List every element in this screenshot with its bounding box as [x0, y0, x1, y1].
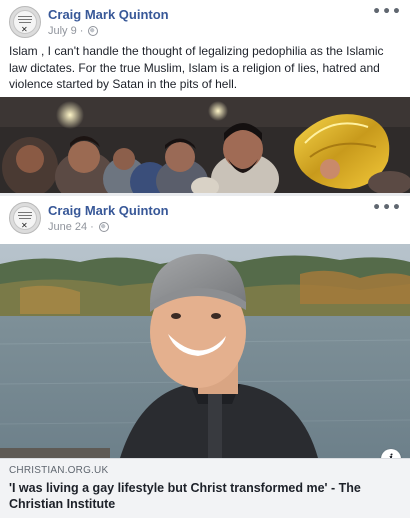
post-date[interactable]: June 24 — [48, 221, 87, 233]
globe-icon[interactable] — [88, 26, 99, 36]
avatar[interactable]: ✕ — [9, 202, 41, 234]
meta-separator: · — [90, 221, 94, 233]
lake-portrait-photo — [0, 244, 410, 458]
post-2: ✕ Craig Mark Quinton June 24 · ••• CHRIS… — [0, 196, 410, 518]
post-text: Islam , I can't handle the thought of le… — [9, 44, 384, 91]
post-header: ✕ Craig Mark Quinton July 9 · ••• — [0, 0, 410, 40]
author-name[interactable]: Craig Mark Quinton — [48, 203, 169, 218]
post-meta: June 24 · — [48, 221, 109, 233]
crowd-photo — [0, 97, 410, 193]
author-name[interactable]: Craig Mark Quinton — [48, 7, 169, 22]
post-1: ✕ Craig Mark Quinton July 9 · ••• Islam … — [0, 0, 410, 193]
post-date[interactable]: July 9 — [48, 25, 77, 37]
globe-icon[interactable] — [98, 222, 109, 232]
link-title[interactable]: 'I was living a gay lifestyle but Christ… — [9, 480, 394, 512]
post-photo[interactable] — [0, 97, 410, 193]
link-preview-image[interactable] — [0, 244, 410, 458]
meta-separator: · — [79, 25, 84, 37]
link-preview[interactable]: CHRISTIAN.ORG.UK 'I was living a gay lif… — [0, 458, 410, 518]
avatar[interactable]: ✕ — [9, 6, 41, 38]
link-domain: CHRISTIAN.ORG.UK — [9, 465, 109, 476]
more-options-icon[interactable]: ••• — [372, 200, 402, 216]
post-meta: July 9 · — [48, 25, 99, 37]
more-options-icon[interactable]: ••• — [372, 4, 402, 20]
post-header: ✕ Craig Mark Quinton June 24 · ••• — [0, 196, 410, 236]
